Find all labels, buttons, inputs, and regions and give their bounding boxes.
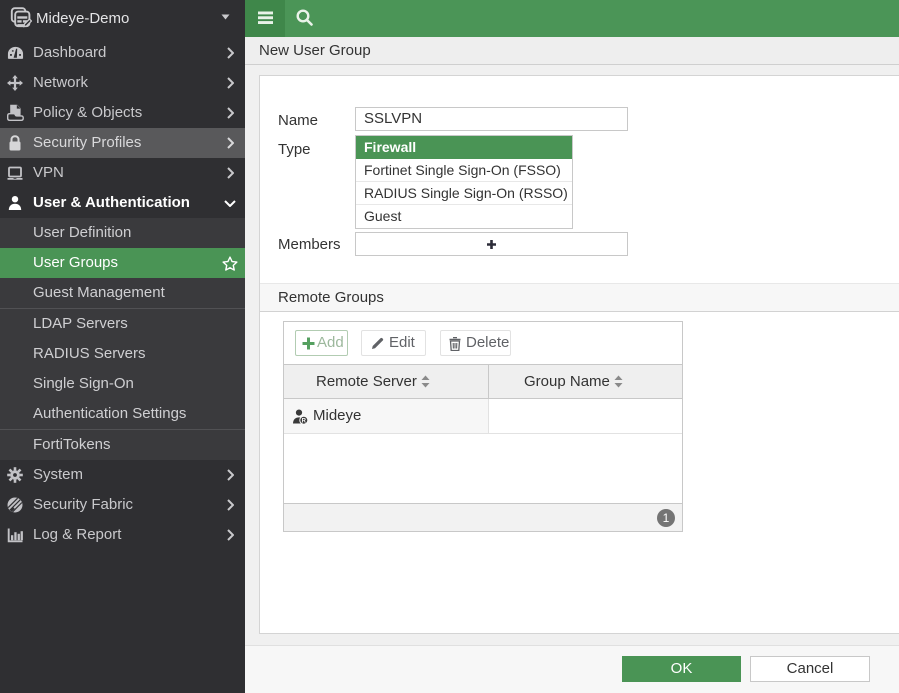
svg-text:R: R	[302, 418, 307, 424]
